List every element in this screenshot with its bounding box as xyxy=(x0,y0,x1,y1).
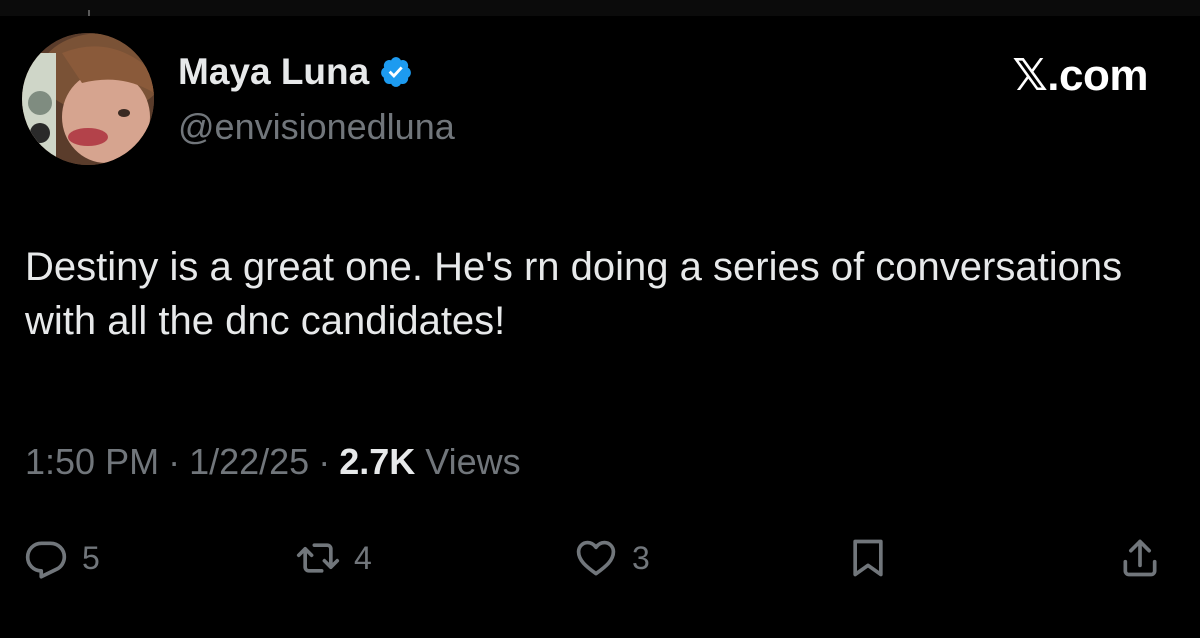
tweet-meta: 1:50 PM · 1/22/25 · 2.7K Views xyxy=(25,440,521,484)
meta-separator: · xyxy=(318,441,331,482)
share-icon xyxy=(1123,539,1157,577)
views-count: 2.7K xyxy=(339,441,416,482)
author-name-row: Maya Luna xyxy=(178,50,413,94)
meta-separator: · xyxy=(168,441,181,482)
heart-icon xyxy=(576,540,616,576)
retweet-button[interactable]: 4 xyxy=(296,528,372,588)
author-name[interactable]: Maya Luna xyxy=(178,51,369,93)
retweet-count: 4 xyxy=(354,539,372,576)
like-button[interactable]: 3 xyxy=(574,528,650,588)
tweet-text: Destiny is a great one. He's rn doing a … xyxy=(25,245,1123,343)
share-button[interactable] xyxy=(1118,528,1162,588)
reply-icon xyxy=(25,541,67,579)
retweet-icon xyxy=(296,543,340,573)
status-bar xyxy=(0,0,1200,16)
action-bar: 5 4 3 xyxy=(0,528,1200,588)
verified-badge-icon xyxy=(381,57,412,87)
bookmark-icon xyxy=(853,539,883,577)
status-bar-tick xyxy=(88,10,90,16)
reply-button[interactable]: 5 xyxy=(24,528,100,588)
views-label: Views xyxy=(425,441,521,482)
tweet-time[interactable]: 1:50 PM xyxy=(25,441,159,483)
tweet-date[interactable]: 1/22/25 xyxy=(189,441,309,483)
reply-count: 5 xyxy=(82,539,100,576)
bookmark-button[interactable] xyxy=(846,528,890,588)
like-count: 3 xyxy=(632,539,650,576)
x-com-logo: 𝕏.com xyxy=(1012,51,1148,100)
avatar-image xyxy=(22,33,154,165)
author-handle[interactable]: @envisionedluna xyxy=(178,106,455,148)
avatar[interactable] xyxy=(22,33,154,165)
